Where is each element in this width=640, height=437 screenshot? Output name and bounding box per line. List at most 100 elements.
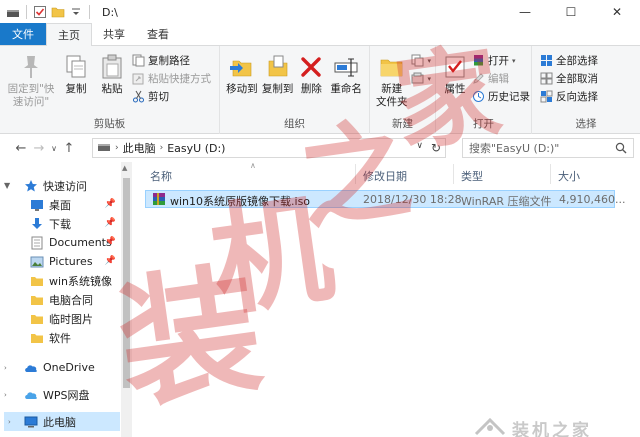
close-button[interactable]: ✕ — [594, 0, 640, 24]
new-item-button[interactable]: ▾ — [411, 53, 431, 68]
address-dropdown-icon[interactable]: ∨ — [416, 141, 423, 151]
open-group-label: 打开 — [473, 118, 494, 130]
edit-label: 编辑 — [488, 73, 509, 85]
nav-scrollbar[interactable]: ▲ — [121, 162, 132, 437]
tab-home[interactable]: 主页 — [46, 23, 92, 46]
open-label: 打开 — [488, 55, 509, 67]
back-button[interactable]: ← — [12, 138, 30, 158]
file-type: WinRAR 压缩文件 — [461, 195, 552, 208]
crumb-separator-icon: › — [159, 143, 164, 153]
new-item-dropdown-icon: ▾ — [427, 56, 431, 65]
maximize-button[interactable]: ☐ — [548, 0, 594, 24]
desktop-icon — [30, 198, 44, 212]
nav-folder-win-images[interactable]: win系统镜像 — [0, 271, 120, 290]
copy-path-label: 复制路径 — [148, 55, 190, 67]
organize-group: 移动到 复制到 删除 重命名 组织 — [220, 46, 370, 134]
nav-label: Pictures — [49, 255, 93, 268]
breadcrumb-drive-d[interactable]: EasyU (D:) — [167, 142, 225, 155]
column-name[interactable]: 名称 — [150, 168, 172, 184]
rename-icon — [332, 53, 360, 81]
history-button[interactable]: 历史记录 — [472, 89, 530, 104]
move-to-label: 移动到 — [226, 83, 258, 95]
select-group: 全部选择 全部取消 反向选择 选择 — [532, 46, 640, 134]
new-folder-icon — [378, 53, 406, 81]
properties-check-icon[interactable] — [33, 5, 47, 19]
ribbon: 固定到"快 速访问" 复制 粘贴 复制路径 粘贴快捷方式 剪切 剪贴板 移动到 … — [0, 46, 640, 134]
refresh-icon[interactable]: ↻ — [431, 141, 441, 155]
paste-icon — [98, 53, 126, 81]
computer-icon — [24, 415, 38, 429]
invert-selection-button[interactable]: 反向选择 — [540, 89, 598, 104]
nav-this-pc[interactable]: › 此电脑 — [4, 412, 120, 431]
copy-label: 复制 — [65, 83, 87, 95]
nav-folder-contracts[interactable]: 电脑合同 — [0, 290, 120, 309]
nav-folder-software[interactable]: 软件 — [0, 328, 120, 347]
copy-path-button[interactable]: 复制路径 — [132, 53, 211, 68]
qat-dropdown-icon[interactable] — [69, 5, 83, 19]
column-modified[interactable]: 修改日期 — [363, 168, 407, 184]
column-type[interactable]: 类型 — [461, 168, 483, 184]
tab-file[interactable]: 文件 — [0, 23, 46, 45]
nav-scrollbar-thumb[interactable] — [123, 178, 130, 388]
column-size[interactable]: 大小 — [558, 168, 580, 184]
nav-documents[interactable]: Documents 📌 — [0, 233, 120, 252]
select-group-label: 选择 — [575, 118, 597, 130]
nav-onedrive[interactable]: › OneDrive — [0, 358, 120, 377]
organize-group-label: 组织 — [284, 118, 305, 130]
easy-access-icon — [411, 72, 424, 85]
address-bar[interactable]: › 此电脑 › EasyU (D:) ∨ ↻ — [92, 138, 446, 158]
scroll-up-icon[interactable]: ▲ — [122, 164, 127, 172]
minimize-button[interactable]: — — [502, 0, 548, 24]
nav-wps-drive[interactable]: › WPS网盘 — [0, 385, 120, 404]
window-title: D:\ — [102, 5, 118, 19]
history-label: 历史记录 — [488, 91, 530, 103]
wps-cloud-icon — [24, 388, 38, 402]
nav-desktop[interactable]: 桌面 📌 — [0, 195, 120, 214]
collapse-caret-icon: › — [4, 390, 7, 399]
open-button[interactable]: 打开 ▾ — [472, 53, 530, 68]
tab-share[interactable]: 共享 — [92, 23, 136, 45]
cut-button[interactable]: 剪切 — [132, 89, 211, 104]
column-divider[interactable] — [355, 164, 356, 184]
column-divider[interactable] — [550, 164, 551, 184]
forward-button[interactable]: → — [30, 138, 48, 158]
forward-arrow-icon: → — [33, 140, 45, 156]
rename-label: 重命名 — [330, 83, 362, 95]
nav-downloads[interactable]: 下载 📌 — [0, 214, 120, 233]
edit-button[interactable]: 编辑 — [472, 71, 530, 86]
paste-label: 粘贴 — [101, 83, 123, 95]
up-arrow-icon: ↑ — [63, 140, 75, 156]
copy-to-label: 复制到 — [261, 83, 294, 95]
nav-quick-access[interactable]: ▼ 快速访问 — [0, 176, 120, 195]
pictures-icon — [30, 255, 44, 269]
nav-label: 临时图片 — [49, 312, 93, 326]
column-divider[interactable] — [453, 164, 454, 184]
ribbon-tabs: 文件 主页 共享 查看 — [0, 23, 640, 46]
folder-icon — [30, 293, 44, 307]
breadcrumb-this-pc[interactable]: 此电脑 — [123, 140, 156, 156]
invert-selection-icon — [540, 90, 553, 103]
file-modified: 2018/12/30 18:28 — [363, 193, 462, 206]
file-row[interactable]: win10系统原版镜像下载.iso 2018/12/30 18:28 WinRA… — [145, 190, 625, 208]
nav-pictures[interactable]: Pictures 📌 — [0, 252, 120, 271]
paste-shortcut-button[interactable]: 粘贴快捷方式 — [132, 71, 211, 86]
easy-access-button[interactable]: ▾ — [411, 71, 431, 86]
recent-locations-button[interactable]: ∨ — [48, 138, 60, 158]
folder-icon — [30, 331, 44, 345]
file-list-pane: ∧ 名称 修改日期 类型 大小 win10系统原版镜像下载.iso 2018/1… — [140, 161, 640, 437]
new-folder-qat-icon[interactable] — [51, 5, 65, 19]
nav-label: OneDrive — [43, 361, 95, 374]
search-box[interactable]: 搜索"EasyU (D:)" — [462, 138, 634, 158]
select-all-button[interactable]: 全部选择 — [540, 53, 598, 68]
explorer-app-icon — [6, 5, 20, 19]
paste-shortcut-icon — [132, 72, 145, 85]
winrar-open-icon — [472, 54, 485, 67]
nav-folder-temp-images[interactable]: 临时图片 — [0, 309, 120, 328]
up-button[interactable]: ↑ — [60, 138, 78, 158]
expand-caret-icon: ▼ — [4, 181, 11, 190]
tab-view[interactable]: 查看 — [136, 23, 180, 45]
select-none-button[interactable]: 全部取消 — [540, 71, 598, 86]
properties-icon — [441, 53, 469, 81]
nav-label: 快速访问 — [43, 179, 87, 193]
search-placeholder: 搜索"EasyU (D:)" — [469, 142, 560, 155]
